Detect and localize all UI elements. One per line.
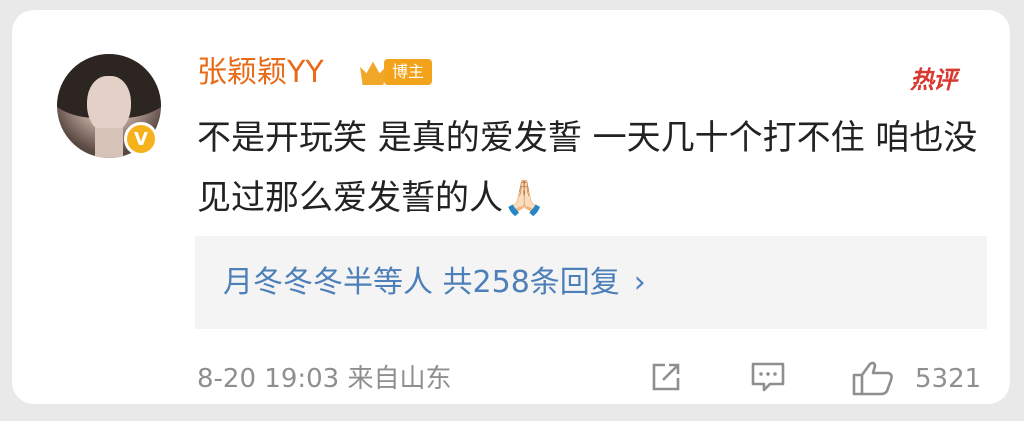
like-count: 5321 (915, 364, 982, 394)
crown-icon (360, 61, 386, 85)
blogger-badge-label: 博主 (384, 59, 433, 85)
replies-summary-link[interactable]: 月冬冬冬半等人 共258条回复 › (223, 263, 646, 303)
share-icon[interactable] (649, 360, 683, 394)
like-icon[interactable] (852, 360, 896, 396)
blogger-badge: 博主 (360, 56, 433, 88)
comment-icon[interactable] (750, 360, 786, 394)
username[interactable]: 张颖颖YY (197, 54, 324, 92)
verified-v-icon: V (124, 122, 158, 156)
comment-text: 不是开玩笑 是真的爱发誓 一天几十个打不住 咱也没见过那么爱发誓的人🙏🏻 (197, 118, 978, 218)
replies-summary-text: 月冬冬冬半等人 共258条回复 (223, 265, 620, 300)
avatar-face (87, 76, 131, 134)
replies-summary-box[interactable]: 月冬冬冬半等人 共258条回复 › (195, 236, 987, 329)
timestamp-location: 8-20 19:03 来自山东 (197, 364, 452, 394)
chevron-right-icon: › (633, 265, 646, 300)
avatar-neck (95, 128, 123, 158)
hot-comment-label: 热评 (910, 66, 957, 94)
comment-card: V 张颖颖YY 博主 热评 不是开玩笑 是真的爱发誓 一天几十个打不住 咱也没见… (12, 10, 1010, 404)
